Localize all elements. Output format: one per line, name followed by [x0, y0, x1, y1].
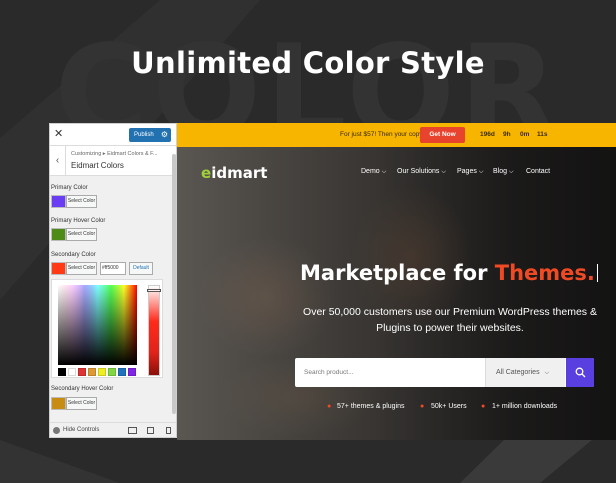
logo-text: idmart — [211, 164, 268, 182]
chevron-down-icon: ⌵ — [478, 169, 484, 175]
primary-hover-color-label: Primary Hover Color — [51, 218, 106, 224]
feature-themes: 57+ themes & plugins — [337, 403, 405, 410]
site-logo[interactable]: eidmart — [201, 164, 267, 182]
nav-demo[interactable]: Demo ⌵ — [361, 168, 386, 176]
hero-title-main: Marketplace for — [300, 261, 495, 285]
chevron-down-icon: ⌵ — [544, 370, 550, 376]
tablet-icon[interactable] — [147, 427, 154, 434]
nav-blog[interactable]: Blog ⌵ — [493, 168, 514, 176]
search-input[interactable]: Search product... — [304, 369, 354, 376]
color-picker — [51, 279, 163, 378]
page-headline: Unlimited Color Style — [131, 46, 485, 80]
publish-button[interactable]: Publish ⚙ — [129, 128, 171, 142]
palette-swatch-yellow[interactable] — [98, 368, 106, 376]
breadcrumb: Customizing ▸ Eidmart Colors & F... — [71, 151, 158, 157]
category-select[interactable]: All Categories ⌵ — [485, 358, 565, 387]
promo-top-bar: For just $57! Then your copy Get Now 196… — [177, 123, 616, 147]
back-arrow-icon[interactable]: ‹ — [50, 146, 66, 176]
primary-color-select-button[interactable]: Select Color — [66, 195, 97, 208]
secondary-color-select-button[interactable]: Select Color — [66, 262, 97, 275]
category-select-label: All Categories — [496, 369, 540, 376]
hero-title-accent: Themes. — [494, 261, 595, 285]
secondary-color-hex-input[interactable]: #ff5000 — [100, 262, 126, 275]
palette-swatch-black[interactable] — [58, 368, 66, 376]
feature-downloads: 1+ million downloads — [492, 403, 558, 410]
color-palette — [58, 368, 136, 376]
panel-scrollbar[interactable] — [172, 154, 176, 414]
downloads-icon: ● — [481, 403, 486, 410]
nav-pages-label: Pages — [457, 168, 477, 175]
hero-overlay — [177, 147, 616, 440]
desktop-icon[interactable] — [128, 427, 137, 434]
themes-icon: ● — [327, 403, 332, 410]
secondary-color-label: Secondary Color — [51, 252, 96, 258]
typing-cursor — [596, 264, 598, 282]
secondary-hover-color-label: Secondary Hover Color — [51, 386, 114, 392]
countdown-minutes: 0m — [520, 131, 530, 138]
nav-our-solutions-label: Our Solutions — [397, 168, 440, 175]
palette-swatch-purple[interactable] — [128, 368, 136, 376]
mobile-icon[interactable] — [166, 427, 171, 434]
users-icon: ● — [420, 403, 425, 410]
hue-slider-handle[interactable] — [147, 289, 161, 292]
hide-controls-button[interactable]: Hide Controls — [63, 427, 99, 433]
hero-subtitle: Over 50,000 customers use our Premium Wo… — [303, 306, 597, 334]
default-button[interactable]: Default — [129, 262, 153, 275]
primary-color-swatch[interactable] — [51, 195, 66, 208]
promo-text: For just $57! Then your copy — [340, 131, 423, 138]
section-header: ‹ Customizing ▸ Eidmart Colors & F... Ei… — [50, 146, 176, 176]
get-now-button[interactable]: Get Now — [420, 127, 465, 143]
countdown-days: 196d — [480, 131, 495, 138]
palette-swatch-green[interactable] — [108, 368, 116, 376]
customizer-footer: Hide Controls — [50, 422, 176, 437]
palette-swatch-blue[interactable] — [118, 368, 126, 376]
nav-contact[interactable]: Contact — [526, 168, 550, 175]
chevron-down-icon: ⌵ — [441, 169, 446, 175]
feature-users: 50k+ Users — [431, 403, 467, 410]
gear-icon[interactable]: ⚙ — [161, 130, 168, 139]
hero-title: Marketplace for Themes. — [300, 261, 598, 285]
publish-label: Publish — [134, 132, 154, 138]
nav-blog-label: Blog — [493, 168, 508, 175]
search-button[interactable] — [566, 358, 594, 387]
primary-color-label: Primary Color — [51, 185, 88, 191]
website-preview: For just $57! Then your copy Get Now 196… — [177, 123, 616, 440]
nav-demo-label: Demo — [361, 168, 380, 175]
product-search-bar: Search product... All Categories ⌵ — [295, 358, 594, 387]
secondary-hover-color-swatch[interactable] — [51, 397, 66, 410]
close-icon[interactable]: ✕ — [54, 127, 63, 140]
color-picker-hue-slider[interactable] — [148, 285, 160, 376]
search-icon — [575, 367, 586, 378]
hide-controls-icon[interactable] — [53, 427, 60, 434]
chevron-down-icon: ⌵ — [381, 169, 387, 175]
countdown-seconds: 11s — [537, 131, 548, 138]
customizer-header-bar: ✕ Publish ⚙ — [50, 124, 176, 146]
secondary-color-swatch[interactable] — [51, 262, 66, 275]
customizer-panel: ✕ Publish ⚙ ‹ Customizing ▸ Eidmart Colo… — [49, 123, 177, 438]
secondary-hover-color-select-button[interactable]: Select Color — [66, 397, 97, 410]
logo-initial: e — [201, 164, 212, 182]
nav-pages[interactable]: Pages ⌵ — [457, 168, 483, 176]
primary-hover-color-select-button[interactable]: Select Color — [66, 228, 97, 241]
countdown-hours: 9h — [503, 131, 511, 138]
palette-swatch-red[interactable] — [78, 368, 86, 376]
nav-our-solutions[interactable]: Our Solutions ⌵ — [397, 168, 446, 176]
chevron-down-icon: ⌵ — [509, 169, 514, 175]
color-picker-saturation-area[interactable] — [58, 285, 137, 365]
palette-swatch-orange[interactable] — [88, 368, 96, 376]
palette-swatch-white[interactable] — [68, 368, 76, 376]
section-title: Eidmart Colors — [71, 161, 124, 170]
primary-hover-color-swatch[interactable] — [51, 228, 66, 241]
nav-contact-label: Contact — [526, 168, 551, 175]
